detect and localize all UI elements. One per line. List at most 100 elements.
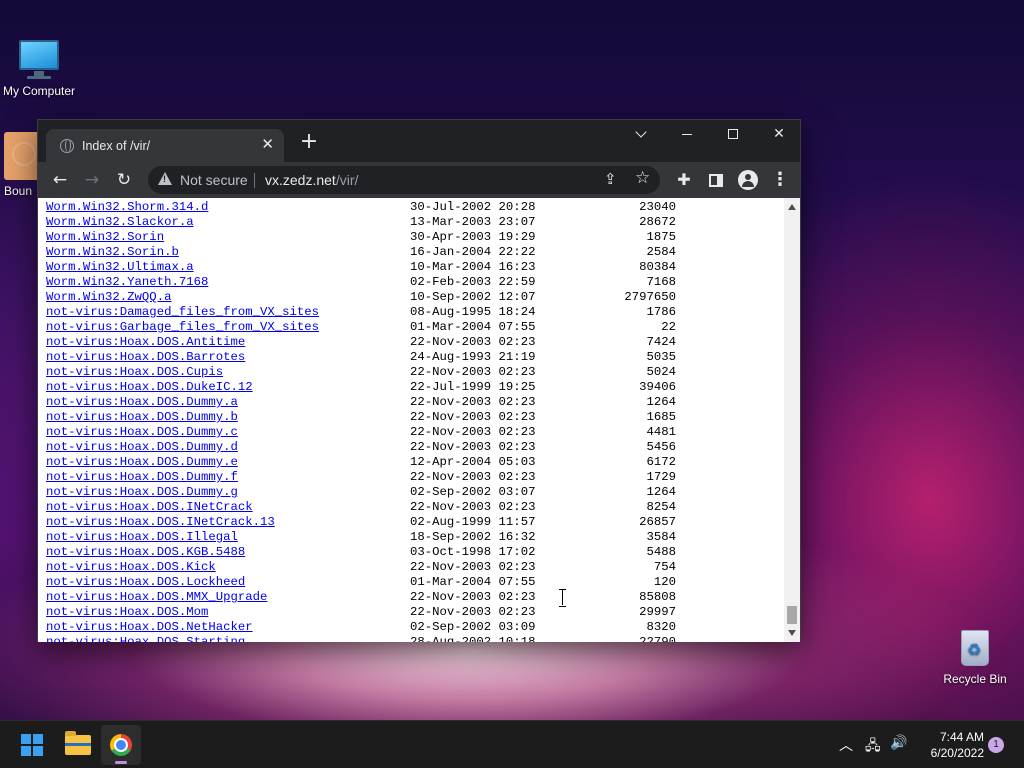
file-link[interactable]: not-virus:Hoax.DOS.Dummy.e <box>46 455 238 470</box>
new-tab-button[interactable]: + <box>298 131 320 154</box>
file-date: 22-Nov-2003 02:23 <box>410 410 536 424</box>
file-date: 22-Nov-2003 02:23 <box>410 605 536 619</box>
text-cursor-icon <box>559 589 567 607</box>
system-clock[interactable]: 7:44 AM 6/20/2022 <box>912 729 984 761</box>
extensions-button[interactable]: ✚ <box>670 166 698 194</box>
close-icon: ✕ <box>773 126 785 142</box>
close-window-button[interactable]: ✕ <box>756 120 802 150</box>
file-link[interactable]: not-virus:Hoax.DOS.Lockheed <box>46 575 245 590</box>
maximize-button[interactable] <box>710 120 756 150</box>
minimize-icon <box>682 133 692 135</box>
file-date: 28-Aug-2002 10:18 <box>410 635 536 642</box>
browser-menu-button[interactable]: ⋮ <box>766 166 794 194</box>
back-button[interactable]: ← <box>46 166 74 194</box>
file-date: 08-Aug-1995 18:24 <box>410 305 536 319</box>
file-date: 02-Aug-1999 11:57 <box>410 515 536 529</box>
file-link[interactable]: not-virus:Hoax.DOS.Kick <box>46 560 216 575</box>
file-link[interactable]: not-virus:Hoax.DOS.Dummy.a <box>46 395 238 410</box>
close-tab-icon[interactable]: ✕ <box>261 135 274 153</box>
star-icon[interactable]: ☆ <box>635 168 650 188</box>
file-link[interactable]: not-virus:Hoax.DOS.INetCrack.13 <box>46 515 275 530</box>
file-date: 03-Oct-1998 17:02 <box>410 545 536 559</box>
show-hidden-icons-icon[interactable]: ︿ <box>839 735 853 755</box>
file-link[interactable]: not-virus:Hoax.DOS.Dummy.b <box>46 410 238 425</box>
warning-icon[interactable] <box>158 172 172 185</box>
file-link[interactable]: Worm.Win32.Ultimax.a <box>46 260 194 275</box>
file-link[interactable]: Worm.Win32.Slackor.a <box>46 215 194 230</box>
file-link[interactable]: not-virus:Hoax.DOS.Starting <box>46 635 245 642</box>
scroll-down-icon[interactable] <box>788 630 796 636</box>
taskbar: ︿ 🖧 🔊 7:44 AM 6/20/2022 1 <box>0 720 1024 768</box>
file-link[interactable]: not-virus:Hoax.DOS.Dummy.d <box>46 440 238 455</box>
file-date: 18-Sep-2002 16:32 <box>410 530 536 544</box>
file-link[interactable]: not-virus:Hoax.DOS.Illegal <box>46 530 238 545</box>
profile-button[interactable] <box>734 166 762 194</box>
browser-window: Index of /vir/ ✕ + ✕ ← → ↻ Not secure vx… <box>37 119 801 642</box>
file-link[interactable]: not-virus:Hoax.DOS.Dummy.c <box>46 425 238 440</box>
file-link[interactable]: not-virus:Hoax.DOS.INetCrack <box>46 500 253 515</box>
file-link[interactable]: Worm.Win32.Sorin.b <box>46 245 179 260</box>
vertical-scrollbar[interactable] <box>784 198 800 642</box>
volume-icon[interactable]: 🔊 <box>890 735 907 751</box>
file-date: 22-Nov-2003 02:23 <box>410 425 536 439</box>
file-size: 80384 <box>639 260 676 274</box>
file-link[interactable]: Worm.Win32.Yaneth.7168 <box>46 275 208 290</box>
file-size: 28672 <box>639 215 676 229</box>
notification-badge[interactable]: 1 <box>988 737 1004 753</box>
side-panel-button[interactable] <box>702 166 730 194</box>
file-size: 120 <box>653 575 676 589</box>
arrow-right-icon: → <box>84 170 100 190</box>
forward-button[interactable]: → <box>78 166 106 194</box>
file-date: 22-Nov-2003 02:23 <box>410 470 536 484</box>
reload-button[interactable]: ↻ <box>110 166 138 194</box>
tab-search-button[interactable] <box>618 120 664 150</box>
file-size: 8320 <box>646 620 676 634</box>
share-icon[interactable]: ⇪ <box>604 170 617 188</box>
file-date: 22-Nov-2003 02:23 <box>410 440 536 454</box>
file-link[interactable]: not-virus:Hoax.DOS.Antitime <box>46 335 245 350</box>
file-explorer-button[interactable] <box>57 725 97 765</box>
file-link[interactable]: not-virus:Hoax.DOS.MMX_Upgrade <box>46 590 267 605</box>
start-button[interactable] <box>12 725 52 765</box>
desktop-icon-my-computer[interactable]: My Computer <box>0 40 78 98</box>
file-link[interactable]: not-virus:Hoax.DOS.Mom <box>46 605 208 620</box>
file-link[interactable]: not-virus:Hoax.DOS.KGB.5488 <box>46 545 245 560</box>
file-link[interactable]: not-virus:Hoax.DOS.Barrotes <box>46 350 245 365</box>
file-link[interactable]: not-virus:Hoax.DOS.Dummy.f <box>46 470 238 485</box>
file-link[interactable]: not-virus:Hoax.DOS.NetHacker <box>46 620 253 635</box>
file-link[interactable]: Worm.Win32.Sorin <box>46 230 164 245</box>
scroll-up-icon[interactable] <box>788 204 796 210</box>
file-date: 30-Apr-2003 19:29 <box>410 230 536 244</box>
file-link[interactable]: not-virus:Hoax.DOS.DukeIC.12 <box>46 380 253 395</box>
file-link[interactable]: not-virus:Hoax.DOS.Dummy.g <box>46 485 238 500</box>
file-size: 1875 <box>646 230 676 244</box>
file-link[interactable]: not-virus:Garbage_files_from_VX_sites <box>46 320 319 335</box>
profile-icon <box>738 170 758 190</box>
chrome-taskbar-button[interactable] <box>101 725 141 765</box>
minimize-button[interactable] <box>664 120 710 150</box>
scrollbar-thumb[interactable] <box>787 606 797 624</box>
file-date: 02-Sep-2002 03:09 <box>410 620 536 634</box>
file-date: 22-Nov-2003 02:23 <box>410 500 536 514</box>
address-bar[interactable]: Not secure vx.zedz.net/vir/ ⇪ ☆ <box>148 166 660 194</box>
desktop-icon-recycle-bin[interactable]: ♻ Recycle Bin <box>940 626 1010 686</box>
file-link[interactable]: Worm.Win32.Shorm.314.d <box>46 200 208 215</box>
file-link[interactable]: Worm.Win32.ZwQQ.a <box>46 290 171 305</box>
active-indicator <box>115 761 127 764</box>
file-link[interactable]: not-virus:Hoax.DOS.Cupis <box>46 365 223 380</box>
file-size: 6172 <box>646 455 676 469</box>
security-indicator[interactable]: Not secure <box>180 172 248 188</box>
file-link[interactable]: not-virus:Damaged_files_from_VX_sites <box>46 305 319 320</box>
file-size: 4481 <box>646 425 676 439</box>
desktop-icon-label: Recycle Bin <box>943 672 1007 686</box>
file-date: 13-Mar-2003 23:07 <box>410 215 536 229</box>
file-size: 8254 <box>646 500 676 514</box>
chevron-down-icon <box>635 126 647 138</box>
file-size: 23040 <box>639 200 676 214</box>
file-date: 10-Sep-2002 12:07 <box>410 290 536 304</box>
url-text[interactable]: vx.zedz.net/vir/ <box>265 172 358 188</box>
file-date: 22-Nov-2003 02:23 <box>410 395 536 409</box>
network-icon[interactable]: 🖧 <box>865 735 881 759</box>
browser-tab[interactable]: Index of /vir/ ✕ <box>46 129 284 162</box>
file-size: 2797650 <box>624 290 676 304</box>
